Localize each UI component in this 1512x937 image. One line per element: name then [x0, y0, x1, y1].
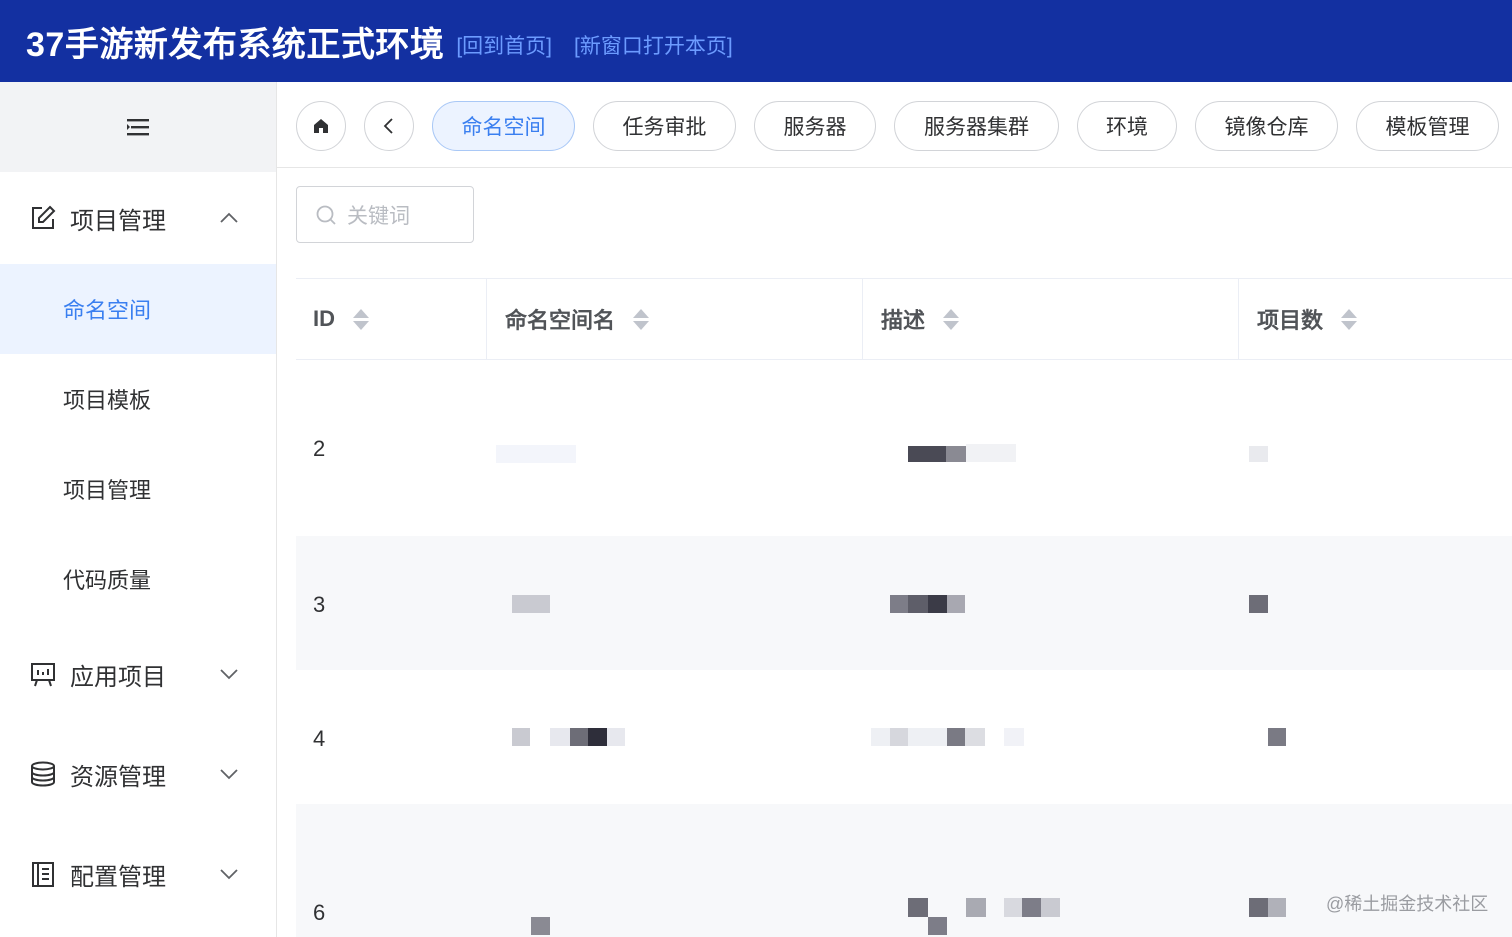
home-icon — [314, 119, 328, 133]
presentation-icon — [28, 659, 58, 689]
sidebar: 项目管理 命名空间 项目模板 项目管理 代码质量 应用项目 资源管理 配置管理 — [0, 82, 277, 937]
column-divider — [1238, 279, 1239, 359]
tabs-bar: 命名空间 任务审批 服务器 服务器集群 环境 镜像仓库 模板管理 — [277, 82, 1512, 168]
chevron-up-icon — [220, 212, 238, 223]
table-row[interactable]: 3 — [296, 536, 1512, 670]
sidebar-group-label: 项目管理 — [70, 207, 166, 235]
sidebar-group-project-management[interactable]: 项目管理 — [0, 172, 276, 264]
tab-task-approval[interactable]: 任务审批 — [593, 101, 736, 151]
sidebar-group-app-projects[interactable]: 应用项目 — [0, 624, 276, 724]
chevron-down-icon — [220, 869, 238, 880]
cell-id: 3 — [313, 592, 326, 617]
cell-id: 4 — [313, 726, 326, 751]
sidebar-group-label: 应用项目 — [70, 663, 166, 691]
edit-icon — [28, 203, 58, 233]
column-header-namespace-name[interactable]: 命名空间名 — [505, 279, 650, 359]
home-button[interactable] — [296, 101, 346, 151]
top-header: 37手游新发布系统正式环境 [回到首页] [新窗口打开本页] — [0, 0, 1512, 82]
database-icon — [28, 759, 58, 789]
sidebar-item-project-template[interactable]: 项目模板 — [0, 354, 276, 444]
column-divider — [862, 279, 863, 359]
table-row[interactable]: 2 — [296, 360, 1512, 536]
cell-id: 6 — [313, 900, 326, 925]
sidebar-group-resource-management[interactable]: 资源管理 — [0, 724, 276, 824]
tab-image-registry[interactable]: 镜像仓库 — [1195, 101, 1338, 151]
cell-id: 2 — [313, 436, 326, 461]
hamburger-icon — [127, 119, 149, 136]
tab-server[interactable]: 服务器 — [754, 101, 876, 151]
watermark: @稀土掘金技术社区 — [1326, 894, 1489, 914]
back-button[interactable] — [364, 101, 414, 151]
tab-environment[interactable]: 环境 — [1077, 101, 1177, 151]
document-list-icon — [28, 859, 58, 889]
column-header-description[interactable]: 描述 — [881, 279, 960, 359]
sort-icon[interactable] — [633, 308, 650, 330]
back-home-link[interactable]: [回到首页] — [456, 30, 552, 60]
search-icon — [316, 205, 336, 225]
sidebar-item-namespace[interactable]: 命名空间 — [0, 264, 276, 354]
sidebar-item-code-quality[interactable]: 代码质量 — [0, 534, 276, 624]
sidebar-group-config-management[interactable]: 配置管理 — [0, 824, 276, 924]
app-title: 37手游新发布系统正式环境 — [26, 25, 445, 64]
tab-namespace[interactable]: 命名空间 — [432, 101, 575, 151]
table-header: ID 命名空间名 描述 项目数 — [296, 278, 1512, 360]
column-header-id[interactable]: ID — [313, 279, 369, 359]
chevron-down-icon — [220, 769, 238, 780]
sidebar-group-label: 资源管理 — [70, 763, 166, 791]
sidebar-group-label: 配置管理 — [70, 863, 166, 891]
tab-server-cluster[interactable]: 服务器集群 — [894, 101, 1059, 151]
table-row[interactable]: 6 — [296, 804, 1512, 937]
keyword-search-input[interactable]: 关键词 — [296, 186, 474, 243]
column-divider — [486, 279, 487, 359]
column-header-project-count[interactable]: 项目数 — [1257, 279, 1358, 359]
search-placeholder: 关键词 — [347, 204, 410, 228]
chevron-down-icon — [220, 669, 238, 680]
table-row[interactable]: 4 — [296, 670, 1512, 804]
sort-icon[interactable] — [943, 308, 960, 330]
sort-icon[interactable] — [353, 308, 369, 330]
sidebar-item-project-management[interactable]: 项目管理 — [0, 444, 276, 534]
sort-icon[interactable] — [1341, 308, 1358, 330]
menu-collapse-toggle[interactable] — [0, 82, 276, 172]
tab-template-management[interactable]: 模板管理 — [1356, 101, 1499, 151]
chevron-left-icon — [383, 118, 393, 134]
open-new-window-link[interactable]: [新窗口打开本页] — [574, 30, 733, 60]
